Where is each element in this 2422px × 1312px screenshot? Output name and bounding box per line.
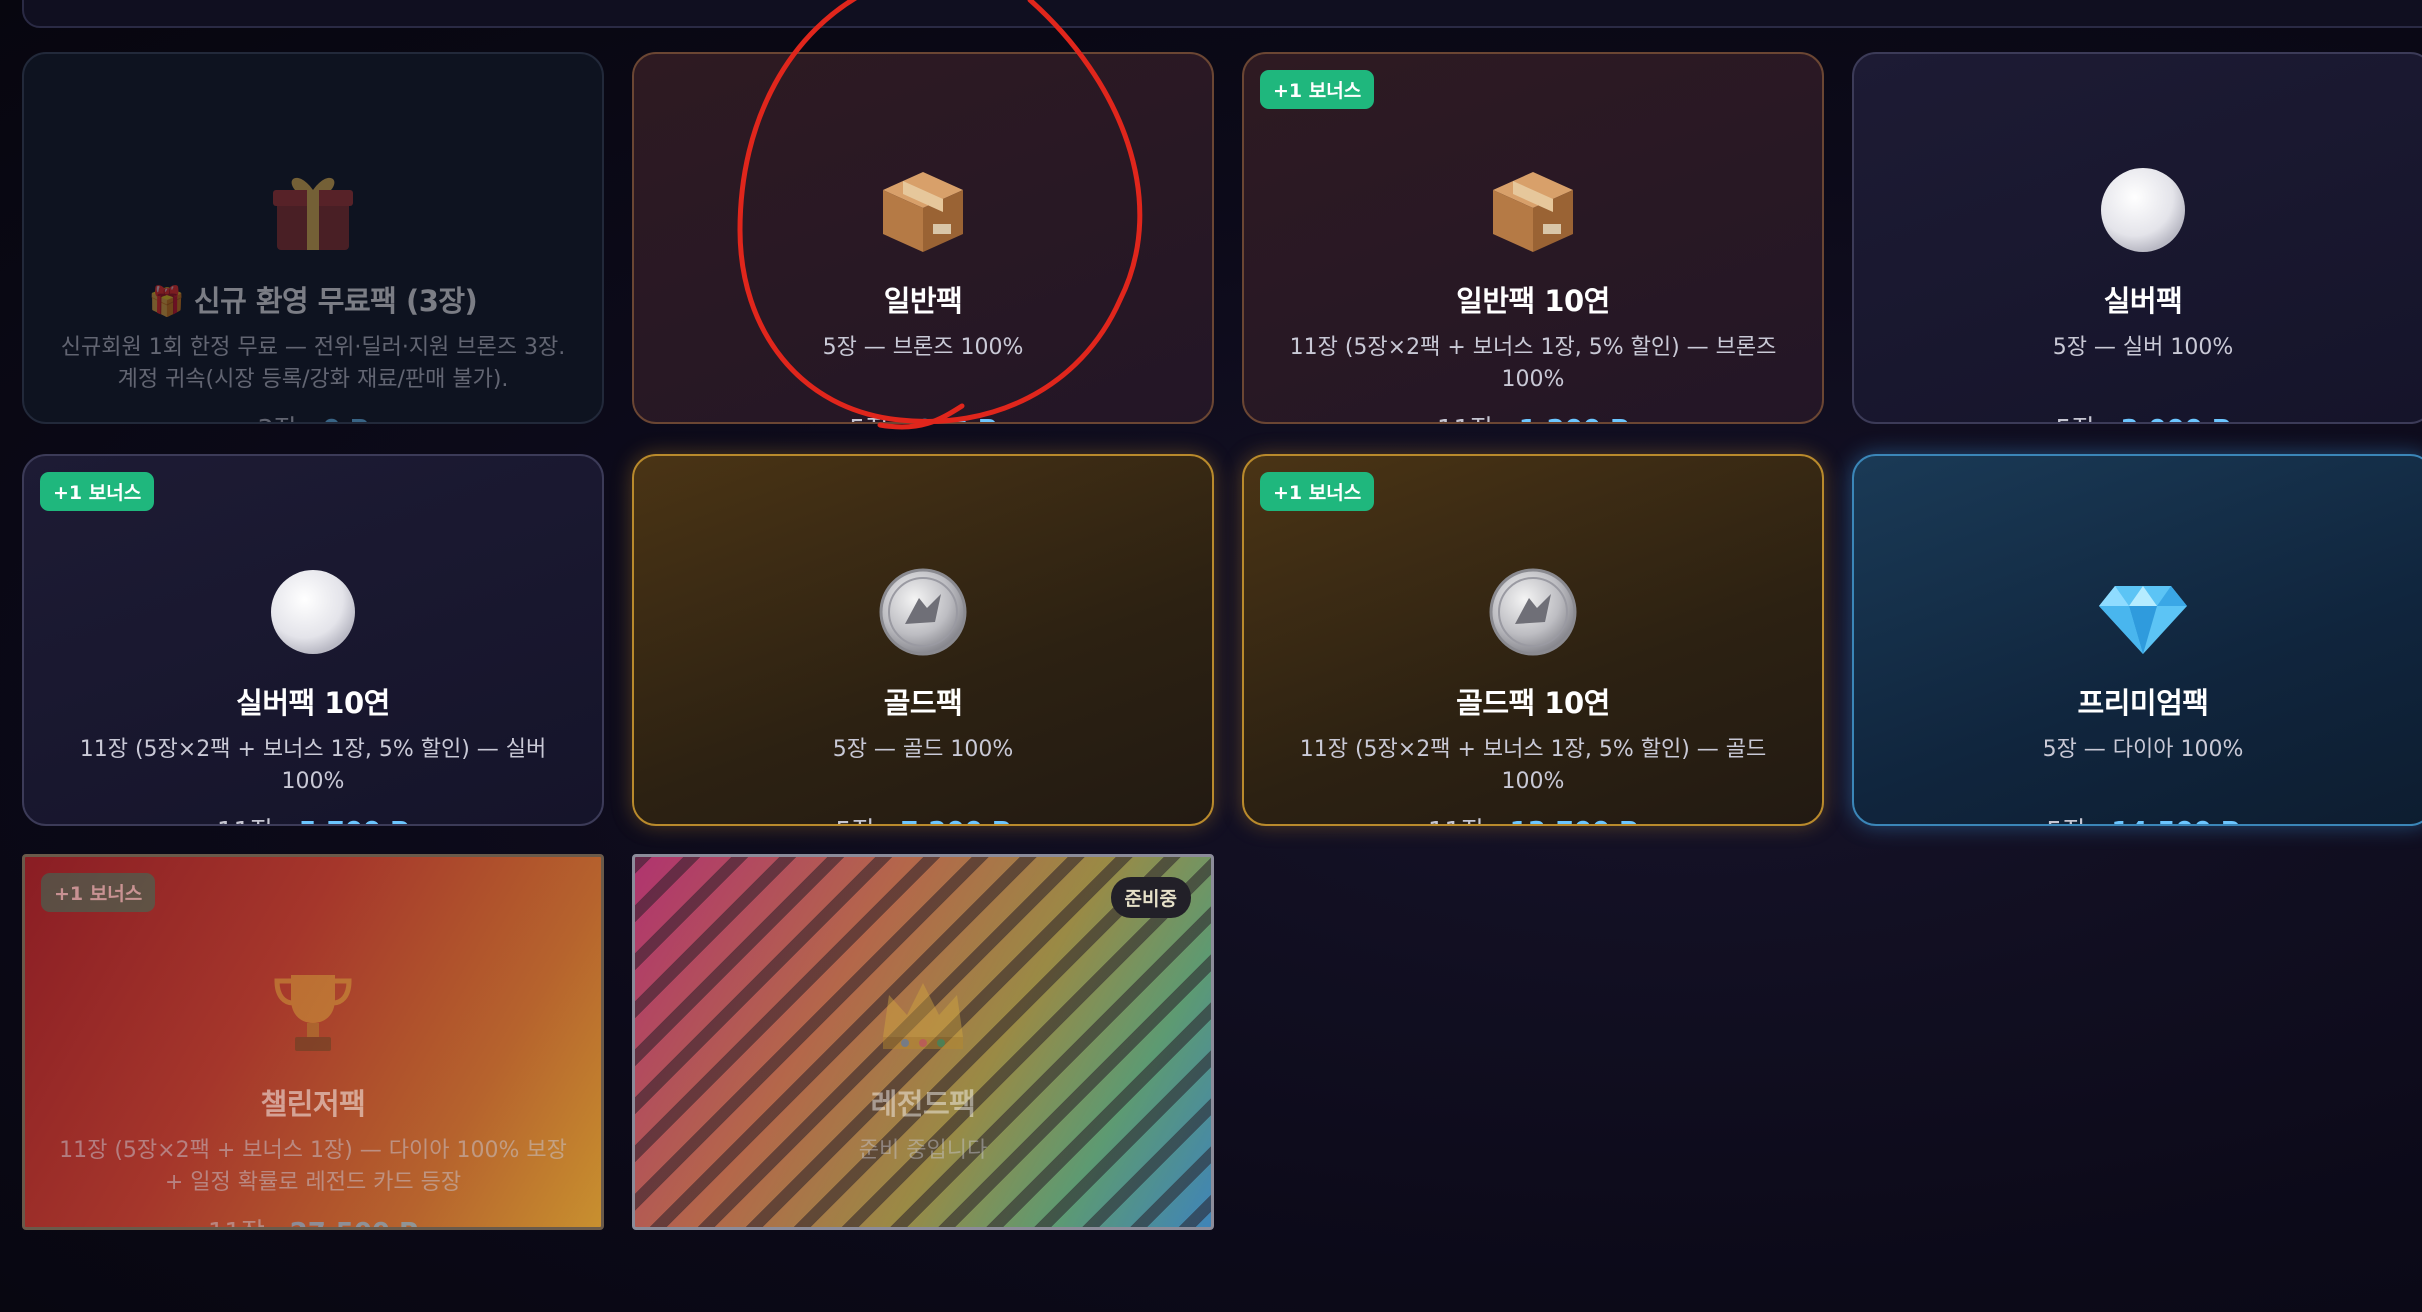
pack-price: 13,700 P xyxy=(1510,817,1638,824)
pack-title: 챌린저팩 xyxy=(260,1087,366,1121)
bonus-badge: +1 보너스 xyxy=(41,873,156,912)
box-icon xyxy=(1493,172,1573,252)
pack-price: 14,500 P xyxy=(2111,817,2239,824)
pack-title: 골드팩 xyxy=(883,686,963,720)
pack-title: 실버팩 xyxy=(2103,284,2183,318)
pack-description: 11장 (5장×2팩 + 보너스 1장, 5% 할인) — 실버 100% xyxy=(79,737,547,794)
coming-soon-badge: 준비중 xyxy=(1110,877,1191,918)
crown-icon xyxy=(883,983,963,1049)
pack-card-gold[interactable]: 골드팩 5장 — 골드 100% 5장 · 7,200 P xyxy=(632,454,1214,826)
pack-description: 5장 — 실버 100% xyxy=(2052,335,2234,360)
box-icon xyxy=(883,172,963,252)
coin-icon xyxy=(879,568,967,656)
card-count: 5장 · xyxy=(2046,817,2111,824)
pack-price: 0 P xyxy=(323,415,369,422)
bonus-badge: +1 보너스 xyxy=(1260,70,1375,109)
pack-description: 준비 중입니다 xyxy=(858,1138,988,1163)
pack-price-line: 11장 · 27,500 P xyxy=(25,1212,601,1227)
pack-price: 1,200 P xyxy=(1519,415,1629,422)
silver-orb-icon xyxy=(271,570,355,654)
diamond-icon xyxy=(2099,586,2187,654)
pack-title: 일반팩 xyxy=(883,284,963,318)
pack-card-normal[interactable]: 일반팩 5장 — 브론즈 100% 5장 · 600 P xyxy=(632,52,1214,424)
pack-card-legend: 준비중 레전드팩 준비 중입니다 xyxy=(632,854,1214,1230)
pack-price: 7,200 P xyxy=(900,817,1010,824)
pack-description: 신규회원 1회 한정 무료 — 전위·딜러·지원 브론즈 3장. 계정 귀속(시… xyxy=(60,335,566,392)
pack-price-line: 3장 · 0 P xyxy=(24,409,602,422)
pack-price-line: 11장 · 13,700 P xyxy=(1244,811,1822,824)
pack-price-line: 11장 · 5,700 P xyxy=(24,811,602,824)
pack-description: 5장 — 골드 100% xyxy=(832,737,1014,762)
card-count: 5장 · xyxy=(2055,415,2120,422)
pack-description: 5장 — 다이아 100% xyxy=(2042,737,2244,762)
pack-description: 5장 — 브론즈 100% xyxy=(822,335,1024,360)
pack-title: 프리미엄팩 xyxy=(2077,686,2209,720)
pack-title: 🎁 신규 환영 무료팩 (3장) xyxy=(148,284,478,318)
gift-icon xyxy=(273,177,353,250)
pack-price: 5,700 P xyxy=(299,817,409,824)
pack-card-premium[interactable]: 프리미엄팩 5장 — 다이아 100% 5장 · 14,500 P xyxy=(1852,454,2422,826)
trophy-icon xyxy=(274,975,352,1051)
pack-title: 실버팩 10연 xyxy=(236,686,390,720)
pack-card-challenger[interactable]: +1 보너스 챌린저팩 11장 (5장×2팩 + 보너스 1장) — 다이아 1… xyxy=(22,854,604,1230)
pack-card-silver-10[interactable]: +1 보너스 실버팩 10연 11장 (5장×2팩 + 보너스 1장, 5% 할… xyxy=(22,454,604,826)
pack-price-line: 5장 · 7,200 P xyxy=(634,811,1212,824)
bonus-badge: +1 보너스 xyxy=(1260,472,1375,511)
pack-description: 11장 (5장×2팩 + 보너스 1장) — 다이아 100% 보장 + 일정 … xyxy=(59,1138,567,1195)
pack-card-welcome-free[interactable]: 🎁 신규 환영 무료팩 (3장) 신규회원 1회 한정 무료 — 전위·딜러·지… xyxy=(22,52,604,424)
pack-card-gold-10[interactable]: +1 보너스 골드팩 10연 11장 (5장×2팩 + 보너스 1장, 5% 할… xyxy=(1242,454,1824,826)
card-count: 11장 · xyxy=(217,817,299,824)
top-panel xyxy=(22,0,2422,28)
card-count: 11장 · xyxy=(1428,817,1510,824)
pack-price-line: 5장 · 14,500 P xyxy=(1854,811,2422,824)
pack-description: 11장 (5장×2팩 + 보너스 1장, 5% 할인) — 골드 100% xyxy=(1299,737,1767,794)
pack-price-line: 5장 · 600 P xyxy=(634,409,1212,422)
pack-title: 골드팩 10연 xyxy=(1456,686,1610,720)
pack-price-line: 11장 · 1,200 P xyxy=(1244,409,1822,422)
pack-price: 27,500 P xyxy=(290,1218,418,1227)
bonus-badge: +1 보너스 xyxy=(40,472,155,511)
silver-orb-icon xyxy=(2101,168,2185,252)
pack-title: 일반팩 10연 xyxy=(1456,284,1610,318)
card-count: 3장 · xyxy=(257,415,322,422)
pack-price-line: 5장 · 3,000 P xyxy=(1854,409,2422,422)
card-count: 5장 · xyxy=(849,415,914,422)
pack-price: 600 P xyxy=(914,415,996,422)
pack-title: 레전드팩 xyxy=(870,1087,976,1121)
card-count: 11장 · xyxy=(208,1218,290,1227)
pack-price: 3,000 P xyxy=(2120,415,2230,422)
coin-icon xyxy=(1489,568,1577,656)
card-count: 11장 · xyxy=(1437,415,1519,422)
pack-description: 11장 (5장×2팩 + 보너스 1장, 5% 할인) — 브론즈 100% xyxy=(1289,335,1777,392)
pack-shop-page: 🎁 신규 환영 무료팩 (3장) 신규회원 1회 한정 무료 — 전위·딜러·지… xyxy=(0,0,2422,1312)
pack-card-normal-10[interactable]: +1 보너스 일반팩 10연 11장 (5장×2팩 + 보너스 1장, 5% 할… xyxy=(1242,52,1824,424)
pack-card-silver[interactable]: 실버팩 5장 — 실버 100% 5장 · 3,000 P xyxy=(1852,52,2422,424)
card-count: 5장 · xyxy=(835,817,900,824)
